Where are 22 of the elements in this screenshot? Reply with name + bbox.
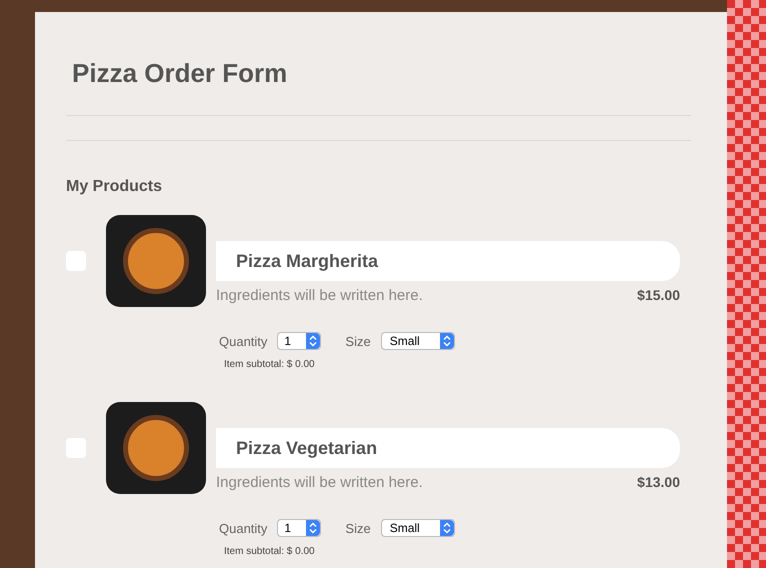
- product-name: Pizza Margherita: [216, 241, 680, 281]
- form-title: Pizza Order Form: [72, 57, 288, 90]
- stepper-icon: [440, 520, 454, 536]
- item-subtotal: Item subtotal: $ 0.00: [224, 358, 316, 372]
- product-price: $13.00: [637, 473, 680, 492]
- quantity-select[interactable]: 1: [277, 332, 322, 350]
- quantity-label: Quantity: [219, 520, 268, 538]
- size-label: Size: [345, 332, 371, 350]
- quantity-label: Quantity: [219, 332, 268, 351]
- size-select[interactable]: Small: [380, 519, 455, 538]
- stepper-icon: [440, 333, 454, 350]
- product-price: $15.00: [637, 286, 680, 305]
- section-label: My Products: [66, 177, 164, 197]
- size-select[interactable]: Small: [380, 332, 455, 350]
- product-description: Ingredients will be written here.: [216, 473, 423, 493]
- quantity-select[interactable]: 1: [277, 519, 322, 538]
- stepper-icon: [306, 333, 320, 350]
- item-subtotal: Item subtotal: $ 0.00: [224, 545, 316, 559]
- product-name: Pizza Vegetarian: [216, 428, 680, 468]
- size-label: Size: [345, 520, 371, 538]
- product-description: Ingredients will be written here.: [216, 286, 423, 306]
- stepper-icon: [306, 520, 320, 536]
